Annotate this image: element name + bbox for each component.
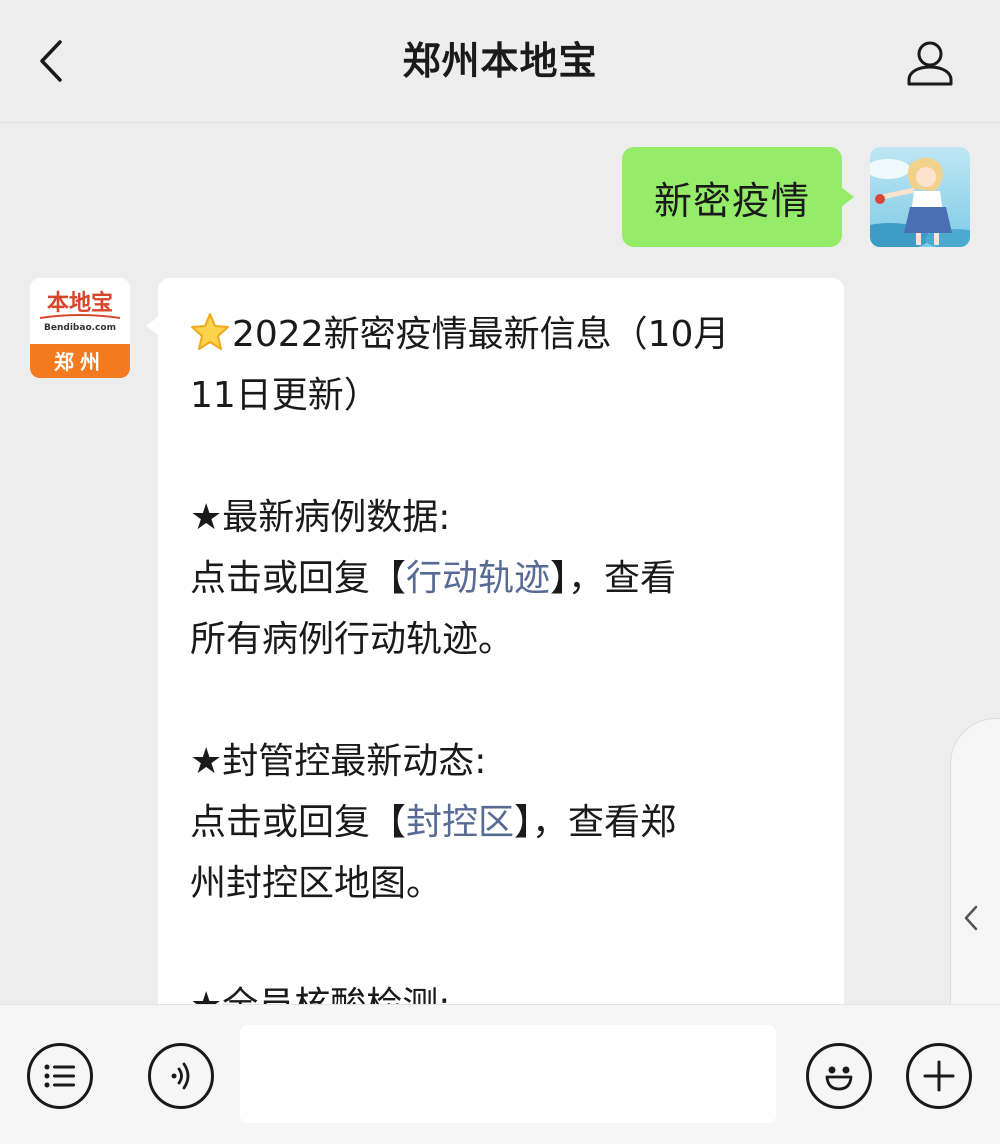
message-heading-line-2: 11日更新） [190,375,380,416]
control-text-post: 】，查看郑 [514,802,677,843]
top-bar: 郑州本地宝 [0,0,1000,123]
section-title-testing: ★全员核酸检测: [190,975,814,1004]
outgoing-message[interactable]: 新密疫情 [621,147,855,247]
control-text-pre: 点击或回复【 [190,802,407,843]
chat-area[interactable]: 新密疫情 本地宝 Bendibao.com 郑州 2022新密疫情最新信息（10… [0,123,1000,1004]
chat-title: 郑州本地宝 [402,39,598,83]
outgoing-message-text: 新密疫情 [653,178,810,223]
add-button[interactable] [906,1043,972,1109]
emoji-button[interactable] [806,1043,872,1109]
message-input[interactable] [240,1025,776,1123]
section-cases-line-1: 点击或回复【行动轨迹】，查看 [190,548,814,609]
star-emoji-icon [191,313,229,350]
official-account-avatar[interactable]: 本地宝 Bendibao.com 郑州 [30,278,130,378]
user-avatar[interactable] [870,147,970,247]
section-cases-line-2: 所有病例行动轨迹。 [190,619,515,660]
menu-button[interactable] [27,1043,93,1109]
trajectory-link[interactable]: 行动轨迹 [406,558,550,599]
bendibao-logo: 本地宝 Bendibao.com 郑州 [30,278,130,378]
section-control-line-1: 点击或回复【封控区】，查看郑 [190,792,814,853]
section-title-cases: ★最新病例数据: [190,497,451,538]
input-toolbar [0,1004,1000,1144]
smiley-icon [825,1066,853,1091]
plus-icon [923,1060,955,1092]
incoming-message[interactable]: 2022新密疫情最新信息（10月 11日更新） ★最新病例数据: 点击或回复【行… [146,278,844,1004]
section-title-control: ★封管控最新动态: [190,741,487,782]
cases-text-post: 】，查看 [550,558,677,599]
profile-button[interactable] [902,34,958,90]
voice-button[interactable] [148,1043,214,1109]
chevron-left-small-icon [964,905,978,931]
logo-text-main: 本地宝 [47,290,113,316]
logo-text-sub: Bendibao.com [44,323,116,333]
section-control-line-2: 州封控区地图。 [190,863,443,904]
voice-icon [171,1062,190,1090]
person-icon [907,41,953,86]
message-heading-line-1: 2022新密疫情最新信息（10月 [190,304,814,365]
control-zone-link[interactable]: 封控区 [406,802,514,843]
menu-list-icon [44,1064,75,1088]
heading-text-1: 2022新密疫情最新信息（10月 [232,314,730,355]
side-drawer-handle[interactable] [950,718,1000,1004]
anime-girl-avatar-image [870,147,970,247]
cases-text-pre: 点击或回复【 [190,558,407,599]
logo-text-city: 郑州 [54,350,106,374]
